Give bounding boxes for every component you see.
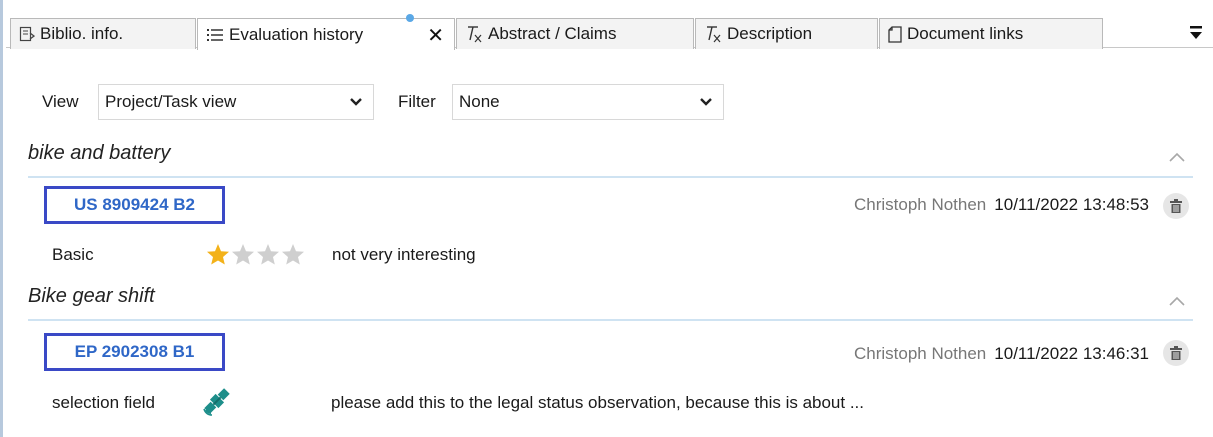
clear-format-icon bbox=[704, 25, 722, 43]
clear-format-icon bbox=[465, 25, 483, 43]
left-edge-rail bbox=[0, 0, 3, 437]
chevron-down-icon bbox=[349, 94, 363, 114]
document-highlight-box: US 8909424 B2 bbox=[44, 186, 225, 224]
tab-biblio-info[interactable]: Biblio. info. bbox=[10, 18, 196, 49]
evaluation-comment: not very interesting bbox=[332, 245, 476, 264]
evaluation-panel: Biblio. info. Evaluation history ✕ Abstr… bbox=[6, 0, 1213, 437]
group-title: Bike gear shift bbox=[28, 285, 155, 307]
tab-document-links[interactable]: Document links bbox=[879, 18, 1103, 49]
evaluation-datetime: 10/11/2022 13:46:31 bbox=[994, 344, 1149, 363]
document-highlight-box: EP 2902308 B1 bbox=[44, 333, 225, 371]
tab-abstract-claims[interactable]: Abstract / Claims bbox=[456, 18, 694, 49]
tab-label: Evaluation history bbox=[229, 24, 364, 44]
trash-icon[interactable] bbox=[1163, 340, 1189, 366]
view-label: View bbox=[42, 92, 79, 111]
document-number-link[interactable]: EP 2902308 B1 bbox=[75, 342, 195, 362]
filter-label: Filter bbox=[398, 92, 436, 111]
star-empty-icon[interactable] bbox=[231, 243, 255, 265]
filter-select-value: None bbox=[459, 92, 500, 111]
chevron-down-icon bbox=[699, 94, 713, 114]
evaluation-comment: please add this to the legal status obse… bbox=[331, 393, 865, 412]
view-filter-toolbar: View Project/Task view Filter None bbox=[6, 84, 726, 120]
tab-label: Abstract / Claims bbox=[488, 24, 617, 43]
tab-bar: Biblio. info. Evaluation history ✕ Abstr… bbox=[6, 0, 1213, 50]
chevron-up-icon[interactable] bbox=[1169, 292, 1185, 306]
star-empty-icon[interactable] bbox=[256, 243, 280, 265]
filter-select[interactable]: None bbox=[452, 84, 724, 120]
evaluation-datetime: 10/11/2022 13:48:53 bbox=[994, 195, 1149, 214]
evaluator-name: Christoph Nothen bbox=[853, 195, 987, 214]
tab-label: Description bbox=[727, 24, 813, 43]
tab-evaluation-history[interactable]: Evaluation history ✕ bbox=[197, 14, 455, 50]
tab-label: Biblio. info. bbox=[40, 24, 124, 43]
tab-overflow-menu-icon[interactable] bbox=[1189, 24, 1203, 42]
document-icon bbox=[888, 25, 902, 43]
close-icon[interactable]: ✕ bbox=[427, 23, 444, 48]
group-title: bike and battery bbox=[28, 142, 171, 164]
evaluation-field-label: Basic bbox=[52, 245, 94, 264]
star-rating[interactable] bbox=[206, 243, 306, 265]
view-select[interactable]: Project/Task view bbox=[98, 84, 374, 120]
satellite-icon bbox=[202, 386, 232, 421]
document-number-link[interactable]: US 8909424 B2 bbox=[74, 195, 195, 215]
evaluation-meta: Christoph Nothen 10/11/2022 13:46:31 bbox=[854, 344, 1149, 364]
unsaved-indicator-dot bbox=[406, 14, 414, 22]
tab-label: Document links bbox=[907, 24, 1024, 43]
list-icon bbox=[206, 27, 224, 43]
biblio-icon bbox=[19, 26, 35, 42]
evaluator-name: Christoph Nothen bbox=[853, 344, 987, 363]
group-divider bbox=[28, 319, 1193, 321]
star-filled-icon[interactable] bbox=[206, 243, 230, 265]
tab-description[interactable]: Description bbox=[695, 18, 878, 49]
evaluation-field-label: selection field bbox=[52, 393, 156, 412]
view-select-value: Project/Task view bbox=[105, 92, 237, 111]
evaluation-meta: Christoph Nothen 10/11/2022 13:48:53 bbox=[854, 195, 1149, 215]
star-empty-icon[interactable] bbox=[281, 243, 305, 265]
chevron-up-icon[interactable] bbox=[1169, 148, 1185, 162]
trash-icon[interactable] bbox=[1163, 193, 1189, 219]
group-divider bbox=[28, 176, 1193, 178]
